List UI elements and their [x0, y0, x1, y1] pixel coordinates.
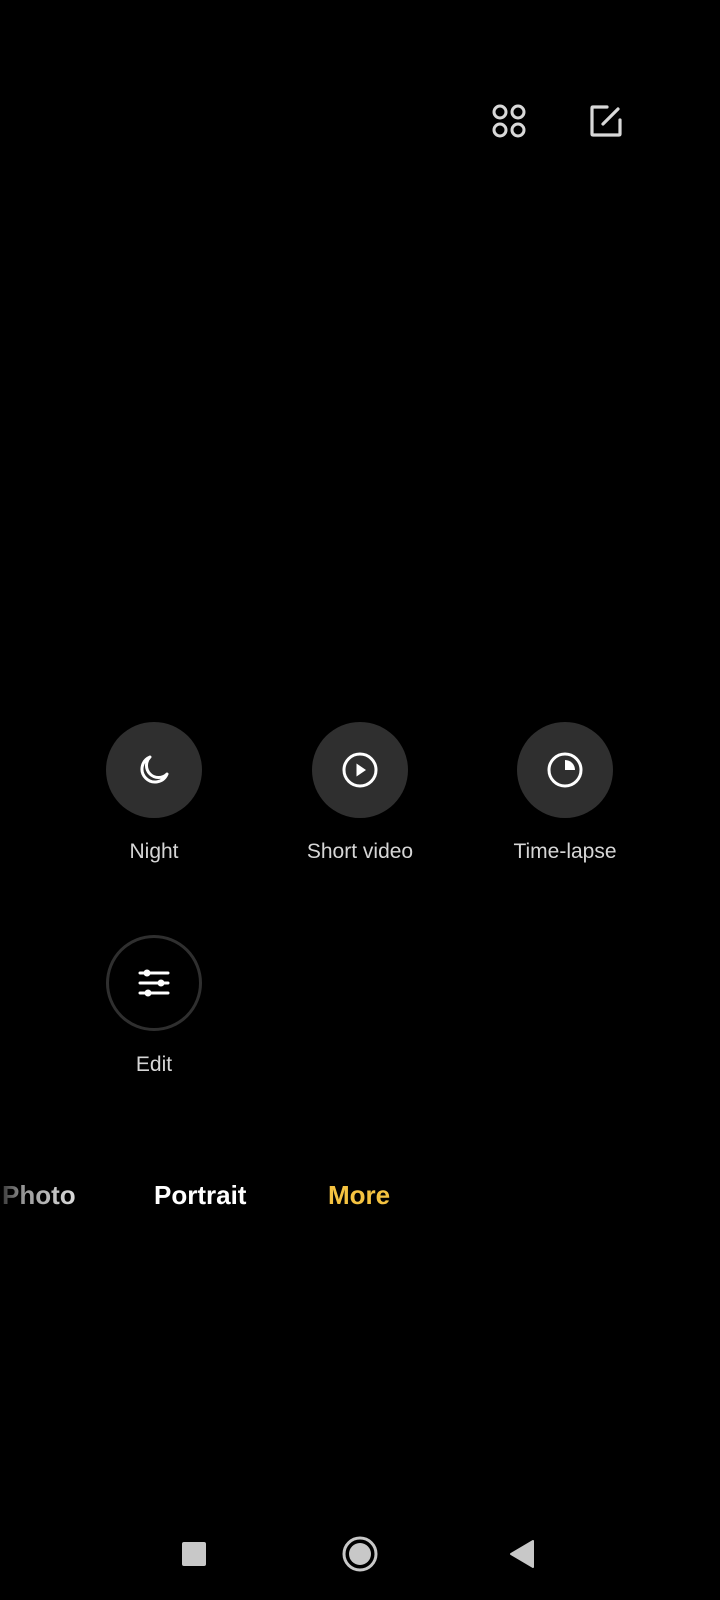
tab-portrait[interactable]: Portrait — [154, 1180, 246, 1211]
play-circle-icon — [342, 752, 378, 788]
mode-short-video-circle — [312, 722, 408, 818]
home-button[interactable] — [330, 1530, 390, 1578]
mode-edit-circle — [106, 935, 202, 1031]
home-circle-icon — [342, 1536, 378, 1572]
recents-square-icon — [182, 1542, 206, 1566]
mode-time-lapse-label: Time-lapse — [513, 840, 617, 863]
mode-night[interactable]: Night — [64, 722, 244, 864]
edit-modes-button[interactable] — [585, 100, 627, 142]
mode-time-lapse-circle — [517, 722, 613, 818]
mode-night-circle — [106, 722, 202, 818]
moon-icon — [140, 755, 169, 784]
mode-night-label: Night — [129, 840, 179, 863]
mode-edit-label: Edit — [135, 1053, 173, 1076]
edit-square-icon — [590, 105, 622, 137]
mode-edit[interactable]: Edit — [64, 935, 244, 1077]
timer-icon — [547, 752, 583, 788]
apps-grid-button[interactable] — [488, 100, 530, 142]
back-triangle-icon — [510, 1540, 534, 1568]
tab-more[interactable]: More — [328, 1180, 390, 1211]
mode-short-video[interactable]: Short video — [270, 722, 450, 864]
apps-grid-icon — [492, 104, 526, 138]
sliders-icon — [138, 969, 170, 997]
mode-time-lapse[interactable]: Time-lapse — [475, 722, 655, 864]
mode-short-video-label: Short video — [306, 840, 414, 863]
tab-photo[interactable]: Photo — [2, 1180, 76, 1211]
recents-button[interactable] — [164, 1530, 224, 1578]
back-button[interactable] — [492, 1530, 552, 1578]
